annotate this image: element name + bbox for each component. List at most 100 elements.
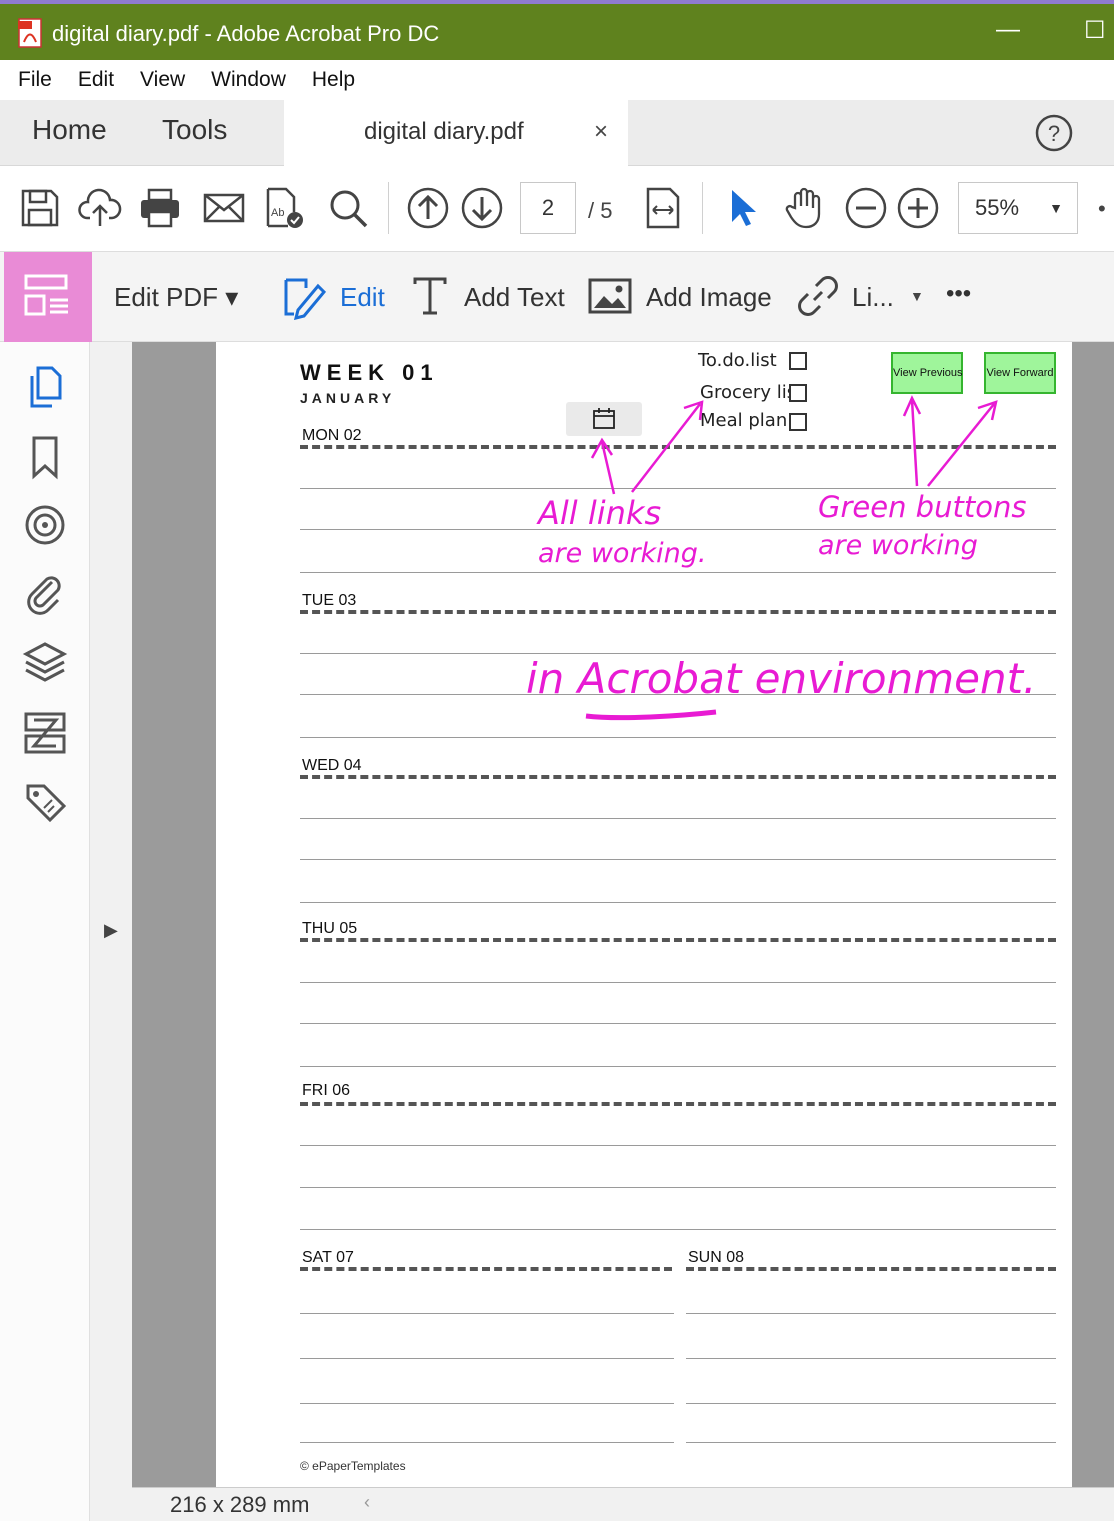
search-icon[interactable] [326,186,370,230]
writing-line [300,818,1056,819]
fit-page-icon[interactable] [642,186,686,230]
add-image-button[interactable]: Add Image [646,282,772,313]
tab-bar: Home Tools digital diary.pdf × ? [0,100,1114,166]
todo-list-link[interactable]: To.do.list [698,350,777,371]
view-forward-button[interactable]: View Forward [984,352,1056,394]
annotation-links-line2: are working. [538,538,707,569]
zoom-out-icon[interactable] [844,186,888,230]
writing-line [300,1145,1056,1146]
previous-page-icon[interactable] [406,186,450,230]
edit-pdf-dropdown[interactable]: Edit PDF ▾ [114,282,238,313]
add-text-icon[interactable] [412,276,448,316]
edit-pdf-tool-icon[interactable] [4,252,92,342]
maximize-button[interactable]: ☐ [1084,16,1106,45]
writing-line [300,1023,1056,1024]
more-options-button[interactable]: ••• [946,280,971,308]
link-icon[interactable] [796,274,840,318]
writing-line [686,1358,1056,1359]
layout-icon [24,274,68,316]
svg-text:Ab: Ab [271,207,284,219]
day-divider [686,1267,1056,1271]
writing-line [300,982,1056,983]
navigation-panel [0,342,90,1521]
document-tab-label: digital diary.pdf [364,118,524,145]
tab-home[interactable]: Home [32,114,107,146]
cloud-upload-icon[interactable] [78,186,122,230]
title-bar: digital diary.pdf - Adobe Acrobat Pro DC… [0,0,1114,60]
day-label-wed: WED 04 [302,757,362,774]
destinations-icon[interactable] [22,502,68,548]
month-label: JANUARY [300,390,396,406]
writing-line [300,1403,674,1404]
annotation-buttons-line1: Green buttons [818,490,1027,524]
help-icon[interactable]: ? [1034,113,1074,153]
zoom-value: 55% [975,195,1020,220]
order-content-icon[interactable] [22,710,68,756]
day-label-sat: SAT 07 [302,1249,354,1266]
copyright-footer: © ePaperTemplates [300,1459,406,1473]
link-button[interactable]: Li... [852,282,894,313]
minimize-button[interactable]: — [996,16,1020,44]
day-label-thu: THU 05 [302,920,358,937]
edit-icon[interactable] [282,274,328,320]
day-label-fri: FRI 06 [302,1082,351,1099]
page-total: / 5 [588,198,613,223]
scroll-left-icon[interactable]: ‹ [364,1492,370,1513]
tab-tools[interactable]: Tools [162,114,227,146]
close-tab-button[interactable]: × [594,118,608,146]
save-icon[interactable] [18,186,62,230]
zoom-select[interactable]: 55% ▼ [958,182,1078,234]
add-image-icon[interactable] [588,278,632,314]
writing-line [300,1066,1056,1067]
select-cursor-icon[interactable] [722,186,766,230]
attachments-icon[interactable] [22,570,68,616]
day-divider [300,938,1056,942]
view-previous-button[interactable]: View Previous [891,352,963,394]
menu-view[interactable]: View [140,68,185,92]
edit-button[interactable]: Edit [340,282,385,313]
day-divider [300,1267,672,1271]
day-label-mon: MON 02 [302,427,362,444]
page-size-label: 216 x 289 mm [170,1492,310,1517]
window-title: digital diary.pdf - Adobe Acrobat Pro DC [52,21,440,46]
email-icon[interactable] [202,186,246,230]
menu-window[interactable]: Window [211,68,286,92]
tab-document[interactable]: digital diary.pdf × [284,100,628,166]
chevron-down-icon: ▼ [1049,200,1063,216]
next-page-icon[interactable] [460,186,504,230]
day-label-tue: TUE 03 [302,592,357,609]
enhance-scan-icon[interactable]: Ab [262,186,306,230]
more-tools-icon[interactable]: • [1098,196,1106,222]
tags-icon[interactable] [22,780,68,826]
add-text-button[interactable]: Add Text [464,282,565,313]
expand-panel-icon[interactable]: ▶ [104,920,118,941]
day-divider [300,1102,1056,1106]
day-label-sun: SUN 08 [688,1249,745,1266]
todo-list-checkbox[interactable] [789,352,807,370]
link-dropdown-chevron-icon[interactable]: ▼ [910,288,924,304]
layers-icon[interactable] [22,640,68,686]
menu-file[interactable]: File [18,68,52,92]
svg-text:?: ? [1048,121,1060,146]
page-thumbnails-icon[interactable] [22,364,68,410]
menu-edit[interactable]: Edit [78,68,114,92]
writing-line [686,1442,1056,1443]
page-number-input[interactable]: 2 [520,182,576,234]
annotation-links-line1: All links [538,494,662,532]
menu-help[interactable]: Help [312,68,355,92]
bookmark-icon[interactable] [22,434,68,480]
writing-line [300,1358,674,1359]
writing-line [300,1187,1056,1188]
writing-line [300,1229,1056,1230]
print-icon[interactable] [138,186,182,230]
writing-line [300,902,1056,903]
zoom-in-icon[interactable] [896,186,940,230]
writing-line [300,737,1056,738]
toolbar-separator [702,182,703,234]
writing-line [300,859,1056,860]
day-divider [300,775,1056,779]
toolbar-separator [388,182,389,234]
hand-tool-icon[interactable] [782,186,826,230]
writing-line [686,1403,1056,1404]
menu-bar: File Edit View Window Help [0,60,1114,100]
